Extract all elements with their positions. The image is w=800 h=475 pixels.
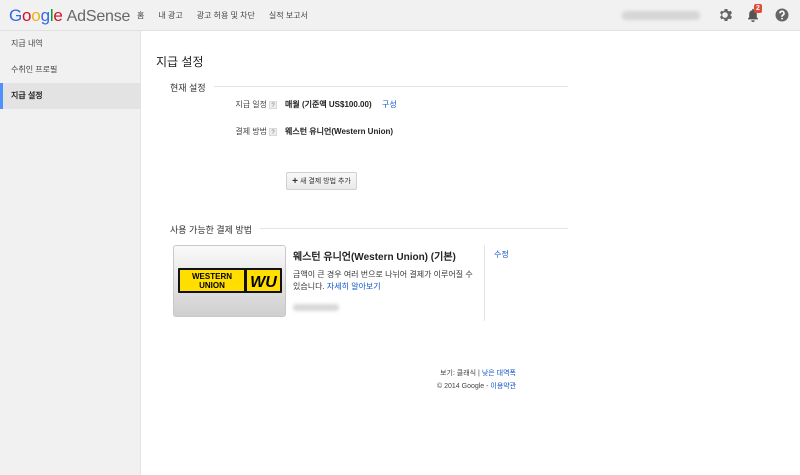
learn-more-link[interactable]: 자세히 알아보기 <box>327 282 381 291</box>
footer-view-classic: 보기: 클래식 <box>440 370 477 377</box>
configure-link[interactable]: 구성 <box>382 99 397 110</box>
schedule-label-text: 지급 일정 <box>235 100 267 109</box>
adsense-logo[interactable]: Google AdSense <box>9 6 130 26</box>
nav-allow-block-ads[interactable]: 광고 허용 및 차단 <box>197 10 255 21</box>
notification-badge: 2 <box>754 4 762 13</box>
edit-method-link[interactable]: 수정 <box>494 249 509 260</box>
nav-my-ads[interactable]: 내 광고 <box>158 10 182 21</box>
logo-letter: o <box>31 6 41 25</box>
western-union-card-image: WESTERN UNION WU <box>173 245 286 317</box>
account-detail-blurred <box>293 304 339 311</box>
sidebar-item-payee-profile[interactable]: 수취인 프로필 <box>0 57 140 83</box>
nav-home[interactable]: 홈 <box>137 10 144 21</box>
logo-brand-text: AdSense <box>66 8 131 25</box>
method-description-text: 금액이 큰 경우 여러 번으로 나뉘어 결제가 이루어질 수 있습니다. <box>293 270 473 291</box>
low-bandwidth-link[interactable]: 낮은 대역폭 <box>482 370 516 377</box>
top-bar: Google AdSense 홈 내 광고 광고 허용 및 차단 실적 보고서 2 <box>0 0 800 31</box>
copyright-text: © 2014 Google - <box>437 383 489 390</box>
sidebar-item-payment-history[interactable]: 지급 내역 <box>0 31 140 57</box>
help-question-icon[interactable]: ? <box>269 100 277 109</box>
method-description: 금액이 큰 경우 여러 번으로 나뉘어 결제가 이루어질 수 있습니다. 자세히… <box>293 269 473 293</box>
schedule-value: 매월 (기준액 US$100.00) <box>285 100 372 109</box>
schedule-label: 지급 일정? <box>197 99 277 110</box>
page-title: 지급 설정 <box>156 55 204 69</box>
payment-method-label: 결제 방법? <box>197 126 277 137</box>
top-nav: 홈 내 광고 광고 허용 및 차단 실적 보고서 <box>137 10 322 21</box>
available-methods-heading: 사용 가능한 결제 방법 <box>170 223 261 236</box>
help-question-icon[interactable]: ? <box>269 127 277 136</box>
terms-link[interactable]: 이용약관 <box>490 383 516 390</box>
add-payment-method-label: 새 결제 방법 추가 <box>299 178 351 185</box>
logo-letter: o <box>22 6 32 25</box>
logo-letter: e <box>53 6 63 25</box>
method-title: 웨스턴 유니언(Western Union) (기본) <box>293 252 456 263</box>
nav-performance-reports[interactable]: 실적 보고서 <box>269 10 308 21</box>
logo-letter: G <box>9 6 23 25</box>
main-content: 지급 설정 현재 설정 지급 일정? 매월 (기준액 US$100.00) 구성… <box>141 31 800 475</box>
logo-letter: g <box>40 6 50 25</box>
western-union-logo: WESTERN UNION WU <box>178 268 282 293</box>
section-divider <box>170 86 568 87</box>
payment-method-label-text: 결제 방법 <box>235 127 267 136</box>
footer-copyright: © 2014 Google - 이용약관 <box>437 381 516 391</box>
gear-icon[interactable] <box>717 7 733 23</box>
add-payment-method-button[interactable]: + 새 결제 방법 추가 <box>286 172 357 190</box>
wu-logo-text: UNION <box>199 281 225 290</box>
account-email-blurred[interactable] <box>622 11 700 20</box>
footer-separator: | <box>478 370 480 377</box>
current-settings-heading: 현재 설정 <box>170 81 214 94</box>
card-divider <box>484 245 485 321</box>
plus-icon: + <box>292 175 298 187</box>
footer-view-options: 보기: 클래식 | 낮은 대역폭 <box>440 368 516 378</box>
help-icon[interactable] <box>774 7 790 23</box>
payment-method-value: 웨스턴 유니언(Western Union) <box>285 127 394 136</box>
sidebar: 지급 내역 수취인 프로필 지급 설정 <box>0 31 141 475</box>
wu-logo-mark: WU <box>250 274 277 291</box>
sidebar-item-payment-settings[interactable]: 지급 설정 <box>0 83 140 109</box>
wu-logo-text: WESTERN <box>192 272 232 281</box>
